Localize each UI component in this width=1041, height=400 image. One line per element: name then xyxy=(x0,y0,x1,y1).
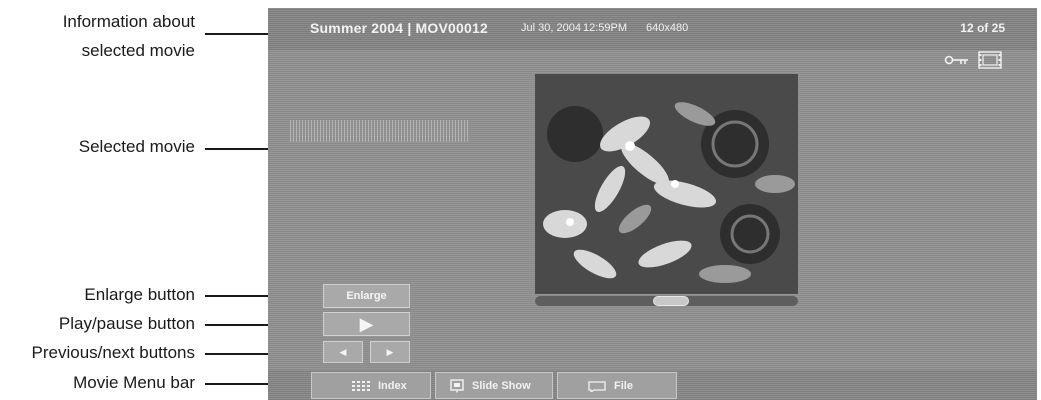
slideshow-icon xyxy=(450,378,464,392)
movie-count: 12 of 25 xyxy=(960,21,1005,35)
file-button[interactable]: File xyxy=(557,372,677,399)
movie-time: 12:59PM xyxy=(583,22,628,34)
film-icon xyxy=(978,51,1002,69)
file-label: File xyxy=(614,379,633,392)
previous-button[interactable]: ◀ xyxy=(323,341,363,363)
slide-show-label: Slide Show xyxy=(472,379,531,392)
next-button[interactable]: ▶ xyxy=(370,341,410,363)
play-pause-button[interactable]: ▶ xyxy=(323,312,410,336)
callout-menu-bar: Movie Menu bar xyxy=(73,373,195,392)
callout-play-pause: Play/pause button xyxy=(58,314,195,333)
enlarge-button[interactable]: Enlarge xyxy=(323,284,410,308)
callout-enlarge: Enlarge button xyxy=(84,285,195,304)
callout-prev-next: Previous/next buttons xyxy=(31,343,195,362)
file-icon xyxy=(588,380,606,392)
callout-info-line2: selected movie xyxy=(81,41,195,60)
play-icon: ▶ xyxy=(359,313,374,334)
selected-movie[interactable] xyxy=(535,74,798,294)
index-button[interactable]: Index xyxy=(311,372,431,399)
movie-title: Summer 2004 | MOV00012 xyxy=(310,20,488,36)
callout-selected-movie: Selected movie xyxy=(78,137,195,156)
callout-info-line1: Information about xyxy=(62,12,195,31)
movie-resolution: 640x480 xyxy=(646,22,689,34)
scanline-artifact xyxy=(290,120,470,142)
next-icon: ▶ xyxy=(386,346,394,357)
info-bar: Summer 2004 | MOV00012 Jul 30, 2004 12:5… xyxy=(268,8,1037,50)
movie-thumbnail xyxy=(535,74,798,294)
movie-date: Jul 30, 2004 xyxy=(521,22,581,34)
movie-progress-bar[interactable] xyxy=(535,296,798,306)
movie-menu-bar: Index Slide Show File xyxy=(268,370,1037,400)
slide-show-button[interactable]: Slide Show xyxy=(435,372,553,399)
movie-screen: Summer 2004 | MOV00012 Jul 30, 2004 12:5… xyxy=(268,8,1037,400)
previous-icon: ◀ xyxy=(339,346,347,357)
grid-icon xyxy=(352,380,370,391)
progress-knob[interactable] xyxy=(653,296,689,306)
key-icon xyxy=(944,55,968,65)
index-label: Index xyxy=(378,379,407,392)
